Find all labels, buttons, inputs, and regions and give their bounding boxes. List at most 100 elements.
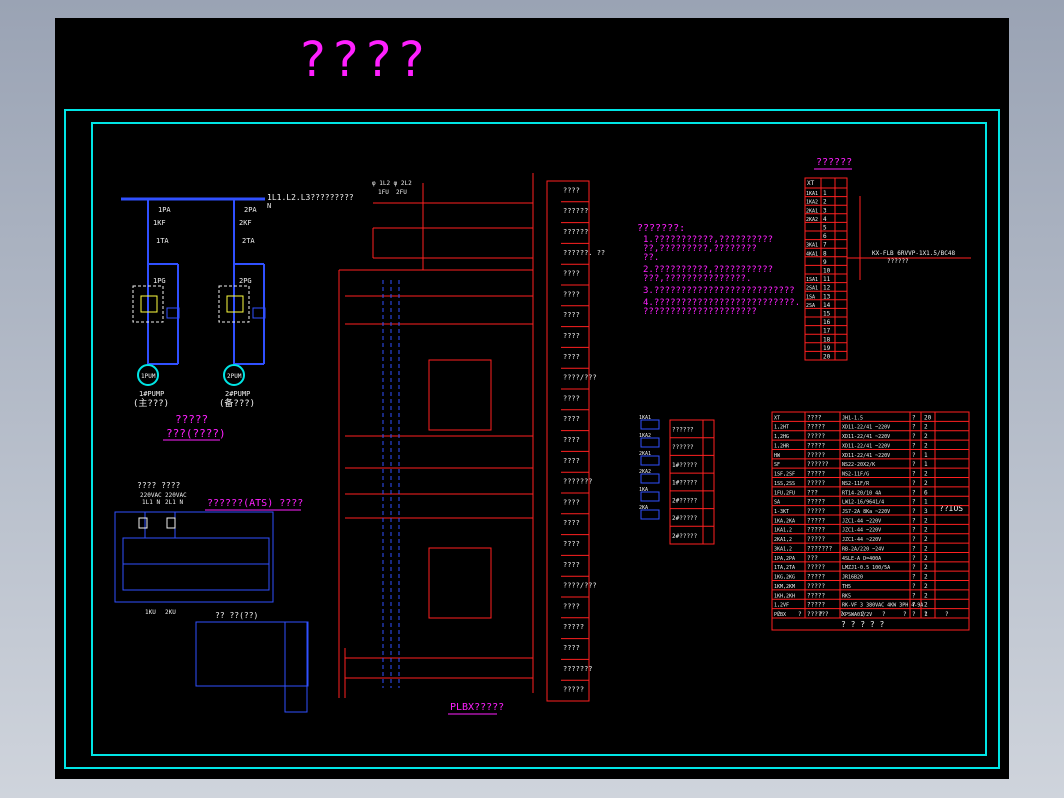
parts-cell: 1SS,2SS bbox=[774, 481, 795, 487]
parts-cell: ? bbox=[912, 611, 916, 618]
middle-top-label: φ 1L2 φ 2L2 bbox=[372, 180, 412, 187]
parts-cell: LMZJ1-0.5 100/5A bbox=[842, 565, 890, 571]
parts-cell: 1TA,2TA bbox=[774, 565, 795, 571]
terminal-number: 19 bbox=[823, 345, 831, 352]
terminal-number: 3 bbox=[823, 207, 827, 214]
parts-foot-cell: ? bbox=[945, 611, 949, 618]
control-circuit: φ 1L2 φ 2L2 1FU 2FU PLBX????? bbox=[338, 173, 590, 715]
ats-l1: 1L1 N bbox=[142, 499, 160, 506]
parts-cell: JR16B20 bbox=[842, 575, 863, 581]
parts-cell: ????? bbox=[807, 536, 825, 543]
parts-cell: 1,2HT bbox=[774, 425, 789, 431]
parts-foot-cell: ? bbox=[840, 611, 844, 618]
parts-cell: 1 bbox=[924, 461, 928, 468]
parts-cell: 1KA,2KA bbox=[774, 518, 795, 524]
parts-cell: ??????? bbox=[807, 545, 833, 552]
ats-circuit: ???? ???? 220VAC 220VAC 1L1 N 2L1 N ????… bbox=[114, 481, 309, 713]
parts-foot-cell: ? bbox=[861, 611, 865, 618]
parts-cell: LW12-16/9641/4 bbox=[842, 500, 884, 506]
parts-cell: XPSWA01/2V bbox=[842, 612, 872, 618]
terminal-number: 13 bbox=[823, 293, 831, 300]
parts-cell: 2 bbox=[924, 433, 928, 440]
parts-cell: ? bbox=[912, 574, 916, 581]
parts-cell: ? bbox=[912, 433, 916, 440]
terminal-rows: 11KA121KA232KA142KA25673KA184KA1910111SA… bbox=[805, 187, 847, 361]
function-label: ???? bbox=[563, 186, 580, 194]
pump2-caption: 2#PUMP bbox=[225, 390, 250, 398]
ats-l2: 2L1 N bbox=[165, 499, 183, 506]
ku2-label: 2KU bbox=[165, 609, 176, 616]
parts-foot-cell: ? bbox=[903, 611, 907, 618]
drawing-sheet: ???? 1L1.L2.L3????????? N 1PA 1KF 1TA 1P… bbox=[55, 18, 1009, 779]
parts-cell: ????? bbox=[807, 424, 825, 431]
parts-cell: ? bbox=[912, 471, 916, 478]
parts-cell: 1-3KT bbox=[774, 509, 789, 515]
parts-cell: ? bbox=[912, 536, 916, 543]
parts-cell: ????? bbox=[807, 517, 825, 524]
parts-cell: NS22-20X2/K bbox=[842, 462, 875, 468]
function-label: ???? bbox=[563, 332, 580, 340]
parts-cell: 6 bbox=[924, 489, 928, 496]
relay-coil-symbol bbox=[640, 455, 660, 466]
ka2-label: 2KF bbox=[239, 219, 252, 227]
parts-cell: ????? bbox=[807, 433, 825, 440]
parts-footer: ? ? ? ? ? bbox=[841, 620, 885, 629]
relay-coil-label: 2KA2 bbox=[639, 469, 651, 475]
parts-cell: NS2-11F/G bbox=[842, 472, 869, 478]
function-label: ????/??? bbox=[563, 582, 597, 590]
function-label: ???? bbox=[563, 457, 580, 465]
ats-v1: 220VAC bbox=[140, 492, 162, 499]
parts-foot-cell: ? bbox=[819, 611, 823, 618]
function-label: ???? bbox=[563, 353, 580, 361]
pump1-sub: (主???) bbox=[133, 397, 169, 409]
motor1-label: 1PUM bbox=[141, 373, 156, 380]
parts-cell: 2 bbox=[924, 583, 928, 590]
parts-cell: 2 bbox=[924, 517, 928, 524]
parts-cell: ????? bbox=[807, 592, 825, 599]
parts-cell: ? bbox=[912, 564, 916, 571]
vfd1-label: 1PG bbox=[153, 277, 166, 285]
parts-cell: ????? bbox=[807, 471, 825, 478]
parts-cell: 2 bbox=[924, 564, 928, 571]
parts-cell: 4SLE-A D=400A bbox=[842, 556, 881, 562]
parts-cell: ????? bbox=[807, 602, 825, 609]
parts-cell: ????? bbox=[807, 442, 825, 449]
function-label: ???? bbox=[563, 394, 580, 402]
parts-cell: XT bbox=[774, 415, 780, 421]
parts-cell: 1,2HR bbox=[774, 443, 790, 449]
parts-cell: ????? bbox=[807, 574, 825, 581]
relay-legend-text: 2#????? bbox=[672, 497, 698, 504]
parts-cell: XD11-22/41 ~220V bbox=[842, 434, 890, 440]
caption-plbx: PLBX????? bbox=[450, 702, 504, 713]
function-label: ????? bbox=[563, 686, 584, 694]
parts-cell: 3KA1,2 bbox=[774, 546, 792, 552]
parts-cell: ? bbox=[912, 592, 916, 599]
parts-cell: ? bbox=[912, 602, 916, 609]
function-label: ???? bbox=[563, 498, 580, 506]
relay-legend-rows: ???????????? 1#????? 1#????? 2#????? 2#?????… bbox=[670, 419, 714, 540]
parts-cell: ? bbox=[912, 499, 916, 506]
terminal-number: 8 bbox=[823, 250, 827, 257]
parts-cell: 1KA1,2 bbox=[774, 528, 792, 534]
ats-v2: 220VAC bbox=[165, 492, 187, 499]
note-line-8: ????????????????????? bbox=[643, 307, 757, 317]
function-label: ???? bbox=[563, 644, 580, 652]
parts-cell: 2KA1,2 bbox=[774, 537, 792, 543]
terminal-number: 14 bbox=[823, 302, 831, 309]
relay-coil-symbol bbox=[640, 437, 660, 448]
qf2-label: 2PA bbox=[244, 206, 257, 214]
parts-cell: ????? bbox=[807, 583, 825, 590]
ats-title: ??????(ATS) ???? bbox=[207, 498, 303, 509]
parts-cell: ? bbox=[912, 442, 916, 449]
parts-cell: 1 bbox=[924, 499, 928, 506]
main-block-title: ????? bbox=[175, 413, 208, 426]
parts-cell: 2 bbox=[924, 602, 928, 609]
function-label: ???? bbox=[563, 415, 580, 423]
parts-cell: ? bbox=[912, 508, 916, 515]
parts-cell: 2 bbox=[924, 442, 928, 449]
parts-cell: ? bbox=[912, 583, 916, 590]
terminal-title: ?????? bbox=[816, 157, 852, 168]
parts-cell: ????? bbox=[807, 499, 825, 506]
ta1-label: 1TA bbox=[156, 237, 169, 245]
parts-cell: JZC1-44 ~220V bbox=[842, 518, 881, 524]
